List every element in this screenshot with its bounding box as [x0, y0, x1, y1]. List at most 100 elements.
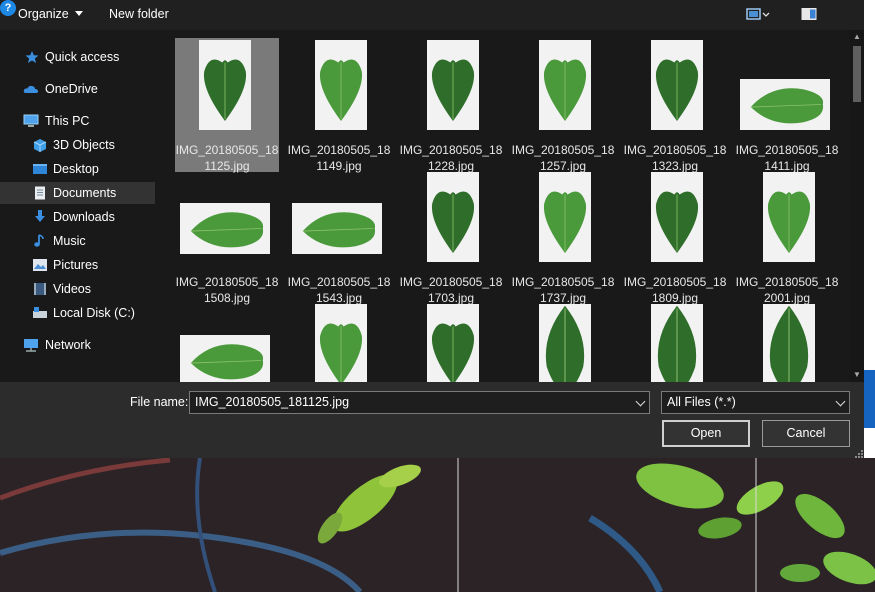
- vertical-scrollbar[interactable]: ▲ ▼: [850, 30, 864, 382]
- file-item[interactable]: IMG_20180505_18 1323.jpg: [623, 38, 727, 173]
- nav-label: OneDrive: [45, 82, 98, 96]
- nav-label: This PC: [45, 114, 90, 128]
- videos-icon: [34, 283, 46, 295]
- nav-item-onedrive[interactable]: OneDrive: [0, 78, 155, 100]
- cancel-button[interactable]: Cancel: [762, 420, 850, 447]
- file-item[interactable]: IMG_20180505_18 1149.jpg: [287, 38, 391, 173]
- nav-item-3d-objects[interactable]: 3D Objects: [0, 134, 155, 156]
- file-item[interactable]: [735, 302, 839, 382]
- document-icon: [35, 186, 45, 200]
- file-name-line: IMG_20180505_18: [399, 143, 503, 157]
- desktop-icon: [33, 164, 47, 174]
- file-item[interactable]: [399, 302, 503, 382]
- background-window-blue-panel: [864, 370, 875, 428]
- file-thumbnail: [292, 203, 382, 254]
- nav-label: Desktop: [53, 162, 99, 176]
- file-thumbnail: [427, 40, 479, 130]
- file-thumbnail: [180, 203, 270, 254]
- drive-icon: [33, 307, 47, 318]
- file-item[interactable]: IMG_20180505_18 1543.jpg: [287, 170, 391, 305]
- pictures-icon: [33, 259, 47, 271]
- file-thumbnail: [180, 335, 270, 382]
- desktop-background-photo: [0, 458, 875, 592]
- nav-label: 3D Objects: [53, 138, 115, 152]
- file-name-line: IMG_20180505_18: [287, 143, 391, 157]
- organize-label: Organize: [18, 7, 69, 21]
- background-window-edge: [864, 0, 875, 458]
- nav-label: Local Disk (C:): [53, 306, 135, 320]
- navigation-pane: Quick access OneDrive This PC 3D Objects…: [0, 30, 158, 382]
- file-item[interactable]: [623, 302, 727, 382]
- nav-item-videos[interactable]: Videos: [0, 278, 155, 300]
- file-item[interactable]: IMG_20180505_18 1257.jpg: [511, 38, 615, 173]
- scroll-up-icon[interactable]: ▲: [850, 30, 864, 44]
- file-name-line: IMG_20180505_18: [175, 275, 279, 289]
- nav-item-documents[interactable]: Documents: [0, 182, 155, 204]
- file-name-line: IMG_20180505_18: [735, 143, 839, 157]
- file-name-value: IMG_20180505_181125.jpg: [195, 395, 350, 409]
- nav-item-quick-access[interactable]: Quick access: [0, 46, 155, 68]
- file-thumbnail: [539, 40, 591, 130]
- nav-item-this-pc[interactable]: This PC: [0, 110, 155, 132]
- file-name-input[interactable]: IMG_20180505_181125.jpg: [189, 391, 650, 414]
- cube-icon: [33, 139, 47, 152]
- file-item[interactable]: IMG_20180505_18 1411.jpg: [735, 38, 839, 173]
- nav-item-desktop[interactable]: Desktop: [0, 158, 155, 180]
- nav-label: Quick access: [45, 50, 120, 64]
- file-thumbnail: [763, 172, 815, 262]
- nav-label: Music: [53, 234, 86, 248]
- help-icon[interactable]: ?: [0, 0, 16, 16]
- file-thumbnail: [539, 172, 591, 262]
- organize-button[interactable]: Organize: [18, 0, 83, 30]
- chevron-down-icon[interactable]: [635, 396, 646, 407]
- file-thumbnail: [539, 304, 591, 382]
- file-name-line: IMG_20180505_18: [511, 143, 615, 157]
- file-thumbnail: [651, 40, 703, 130]
- scroll-down-icon[interactable]: ▼: [850, 368, 864, 382]
- file-name-label: File name:: [130, 395, 189, 409]
- file-item[interactable]: IMG_20180505_18 1737.jpg: [511, 170, 615, 305]
- file-type-select[interactable]: All Files (*.*): [661, 391, 850, 414]
- file-thumbnail: [763, 304, 815, 382]
- toolbar: Organize New folder ?: [0, 0, 864, 30]
- file-item[interactable]: IMG_20180505_18 1703.jpg: [399, 170, 503, 305]
- file-item[interactable]: [175, 302, 279, 382]
- nav-item-pictures[interactable]: Pictures: [0, 254, 155, 276]
- nav-item-network[interactable]: Network: [0, 334, 155, 356]
- open-file-dialog: Organize New folder ? Quick access OneDr…: [0, 0, 864, 458]
- file-type-value: All Files (*.*): [667, 395, 736, 409]
- nav-label: Documents: [53, 186, 117, 200]
- chevron-down-icon[interactable]: [835, 396, 846, 407]
- file-item[interactable]: IMG_20180505_18 1228.jpg: [399, 38, 503, 173]
- nav-item-local-disk[interactable]: Local Disk (C:): [0, 302, 155, 324]
- file-thumbnail: [315, 304, 367, 382]
- network-icon: [24, 339, 38, 352]
- file-thumbnail: [740, 79, 830, 130]
- nav-label: Videos: [53, 282, 91, 296]
- file-name-line: IMG_20180505_18: [735, 275, 839, 289]
- file-list: IMG_20180505_18 1125.jpg IMG_20180505_18 1…: [158, 30, 850, 382]
- nav-item-downloads[interactable]: Downloads: [0, 206, 155, 228]
- resize-grip-icon[interactable]: [855, 450, 863, 458]
- nav-item-music[interactable]: Music: [0, 230, 155, 252]
- computer-icon: [23, 114, 39, 127]
- file-item[interactable]: IMG_20180505_18 1508.jpg: [175, 170, 279, 305]
- file-name-line: IMG_20180505_18: [399, 275, 503, 289]
- open-button[interactable]: Open: [662, 420, 750, 447]
- file-item[interactable]: IMG_20180505_18 1809.jpg: [623, 170, 727, 305]
- new-folder-button[interactable]: New folder: [109, 0, 169, 30]
- file-item[interactable]: IMG_20180505_18 2001.jpg: [735, 170, 839, 305]
- nav-label: Network: [45, 338, 91, 352]
- cloud-icon: [23, 85, 38, 93]
- file-item[interactable]: [511, 302, 615, 382]
- file-name-line: IMG_20180505_18: [511, 275, 615, 289]
- file-thumbnail: [315, 40, 367, 130]
- file-name-line: IMG_20180505_18: [623, 143, 727, 157]
- scrollbar-thumb[interactable]: [853, 46, 861, 102]
- nav-label: Pictures: [53, 258, 99, 272]
- file-thumbnail: [427, 304, 479, 382]
- file-item[interactable]: IMG_20180505_18 1125.jpg: [175, 38, 279, 173]
- file-item[interactable]: [287, 302, 391, 382]
- preview-pane-icon[interactable]: [801, 7, 817, 22]
- view-options-icon[interactable]: [746, 7, 770, 22]
